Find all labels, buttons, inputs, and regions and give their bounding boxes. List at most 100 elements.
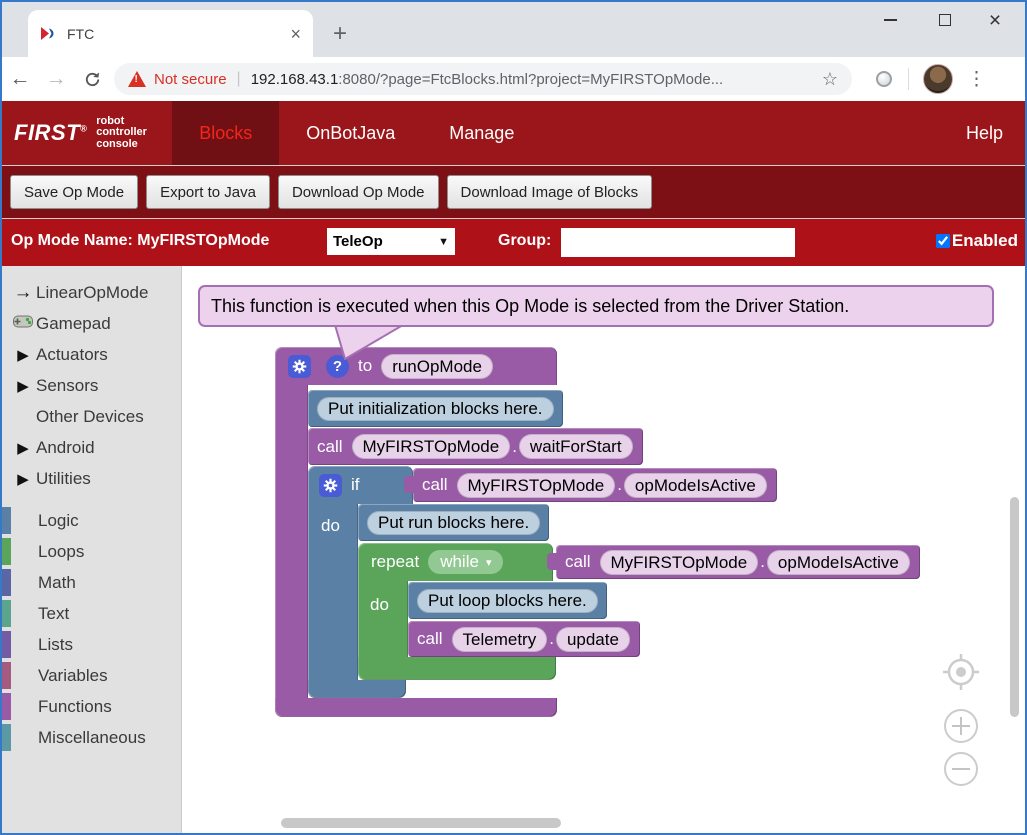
reload-icon [83, 70, 102, 89]
not-secure-label[interactable]: Not secure [154, 71, 227, 88]
sidebar-item-utilities[interactable]: ▶ Utilities [2, 463, 181, 494]
url-host[interactable]: 192.168.43.1 [251, 71, 339, 88]
tab-ftc[interactable]: FTC × [28, 10, 313, 57]
download-image-button[interactable]: Download Image of Blocks [447, 175, 653, 209]
url-bar[interactable]: ! Not secure | 192.168.43.1:8080/?page=F… [114, 63, 852, 95]
category-color-chip [2, 724, 11, 751]
new-tab-button[interactable]: + [326, 20, 354, 48]
field-target[interactable]: MyFIRSTOpMode [352, 434, 511, 459]
reload-button[interactable] [74, 70, 110, 89]
sidebar-item-actuators[interactable]: ▶ Actuators [2, 339, 181, 370]
url-divider: | [237, 70, 241, 88]
gamepad-icon [10, 315, 36, 332]
repeat-mode-dropdown[interactable]: while ▾ [428, 550, 503, 574]
nav-tab-manage[interactable]: Manage [422, 101, 541, 165]
expand-triangle-icon: ▶ [10, 377, 36, 395]
category-color-chip [2, 662, 11, 689]
field-comment-text[interactable]: Put loop blocks here. [417, 589, 598, 613]
block-if-condition[interactable]: call MyFIRSTOpMode . opModeIsActive [413, 468, 777, 502]
dot-separator: . [549, 629, 554, 649]
block-call-update[interactable]: call Telemetry . update [408, 621, 640, 657]
close-button[interactable]: × [970, 2, 1020, 38]
sidebar-item-loops[interactable]: Loops [2, 536, 181, 567]
field-method[interactable]: waitForStart [519, 434, 633, 459]
field-method[interactable]: opModeIsActive [767, 550, 910, 575]
forward-button: → [38, 67, 74, 91]
enabled-label: Enabled [952, 231, 1018, 251]
field-target[interactable]: Telemetry [452, 627, 548, 652]
field-target[interactable]: MyFIRSTOpMode [600, 550, 759, 575]
sidebar-item-text[interactable]: Text [2, 598, 181, 629]
minimize-button[interactable] [865, 2, 915, 38]
enabled-checkbox[interactable] [936, 234, 950, 248]
sidebar-item-other-devices[interactable]: Other Devices [2, 401, 181, 432]
sidebar-item-functions[interactable]: Functions [2, 691, 181, 722]
zoom-out-button[interactable] [945, 753, 977, 785]
blockly-workspace[interactable]: This function is executed when this Op M… [183, 266, 1025, 833]
block-if-foot[interactable] [308, 680, 406, 698]
field-comment-text[interactable]: Put run blocks here. [367, 511, 540, 535]
block-repeat-foot[interactable] [358, 657, 556, 680]
bookmark-star-icon[interactable]: ☆ [822, 69, 838, 90]
nav-tab-blocks[interactable]: Blocks [172, 101, 279, 165]
export-java-button[interactable]: Export to Java [146, 175, 270, 209]
flavor-value: TeleOp [333, 233, 383, 250]
sidebar-item-miscellaneous[interactable]: Miscellaneous [2, 722, 181, 753]
browser-window: FTC × + × ← → ! Not secure | 192.168.43.… [0, 0, 1027, 835]
category-color-chip [2, 631, 11, 658]
save-opmode-button[interactable]: Save Op Mode [10, 175, 138, 209]
field-method[interactable]: opModeIsActive [624, 473, 767, 498]
nav-tab-onbotjava[interactable]: OnBotJava [279, 101, 422, 165]
back-button[interactable]: ← [2, 67, 38, 91]
field-target[interactable]: MyFIRSTOpMode [457, 473, 616, 498]
sidebar-item-math[interactable]: Math [2, 567, 181, 598]
block-init-comment[interactable]: Put initialization blocks here. [308, 390, 563, 427]
browser-menu-icon[interactable]: ⋮ [967, 68, 986, 91]
sidebar-item-sensors[interactable]: ▶ Sensors [2, 370, 181, 401]
sidebar-item-variables[interactable]: Variables [2, 660, 181, 691]
block-repeat-spine[interactable] [358, 581, 408, 657]
sidebar-item-logic[interactable]: Logic [2, 505, 181, 536]
dot-separator: . [760, 552, 765, 572]
do-label: do [370, 595, 389, 615]
category-color-chip [2, 569, 11, 596]
block-repeat[interactable]: repeat while ▾ [358, 543, 553, 581]
block-runopmode-foot[interactable] [275, 698, 557, 717]
field-comment-text[interactable]: Put initialization blocks here. [317, 397, 554, 421]
category-color-chip [2, 693, 11, 720]
gear-icon[interactable] [288, 355, 311, 378]
sidebar-item-gamepad[interactable]: Gamepad [2, 308, 181, 339]
block-runopmode-spine[interactable] [275, 385, 308, 698]
zoom-reset-button[interactable] [943, 654, 979, 690]
brand-name: FIRST [14, 120, 80, 145]
block-repeat-condition[interactable]: call MyFIRSTOpMode . opModeIsActive [556, 545, 920, 579]
field-method[interactable]: update [556, 627, 630, 652]
profile-avatar[interactable] [923, 64, 953, 94]
block-call-waitforstart[interactable]: call MyFIRSTOpMode . waitForStart [308, 428, 643, 465]
tab-close-icon[interactable]: × [290, 25, 301, 43]
group-input[interactable] [561, 228, 795, 257]
gear-icon[interactable] [319, 474, 342, 497]
horizontal-scrollbar[interactable] [281, 818, 561, 828]
block-run-comment[interactable]: Put run blocks here. [358, 504, 549, 541]
flavor-select[interactable]: TeleOp ▼ [327, 228, 455, 255]
help-link[interactable]: Help [966, 101, 1025, 165]
block-comment-bubble[interactable]: This function is executed when this Op M… [198, 285, 994, 327]
sidebar-item-linearopmode[interactable]: → LinearOpMode [2, 277, 181, 308]
block-if[interactable]: if [308, 466, 413, 504]
url-path[interactable]: :8080/?page=FtcBlocks.html?project=MyFIR… [338, 71, 723, 88]
sidebar-item-android[interactable]: ▶ Android [2, 432, 181, 463]
chevron-down-icon: ▾ [486, 556, 492, 569]
vertical-scrollbar[interactable] [1010, 497, 1019, 717]
sidebar-item-lists[interactable]: Lists [2, 629, 181, 660]
value-connector-tab [547, 553, 557, 570]
expand-triangle-icon: ▶ [10, 346, 36, 364]
dot-separator: . [512, 437, 517, 457]
download-opmode-button[interactable]: Download Op Mode [278, 175, 439, 209]
security-warning-icon[interactable]: ! [128, 71, 146, 87]
extension-icon[interactable] [876, 71, 892, 87]
block-loop-comment[interactable]: Put loop blocks here. [408, 582, 607, 619]
zoom-in-button[interactable] [945, 710, 977, 742]
maximize-button[interactable] [920, 2, 970, 38]
group-label: Group: [498, 232, 551, 250]
